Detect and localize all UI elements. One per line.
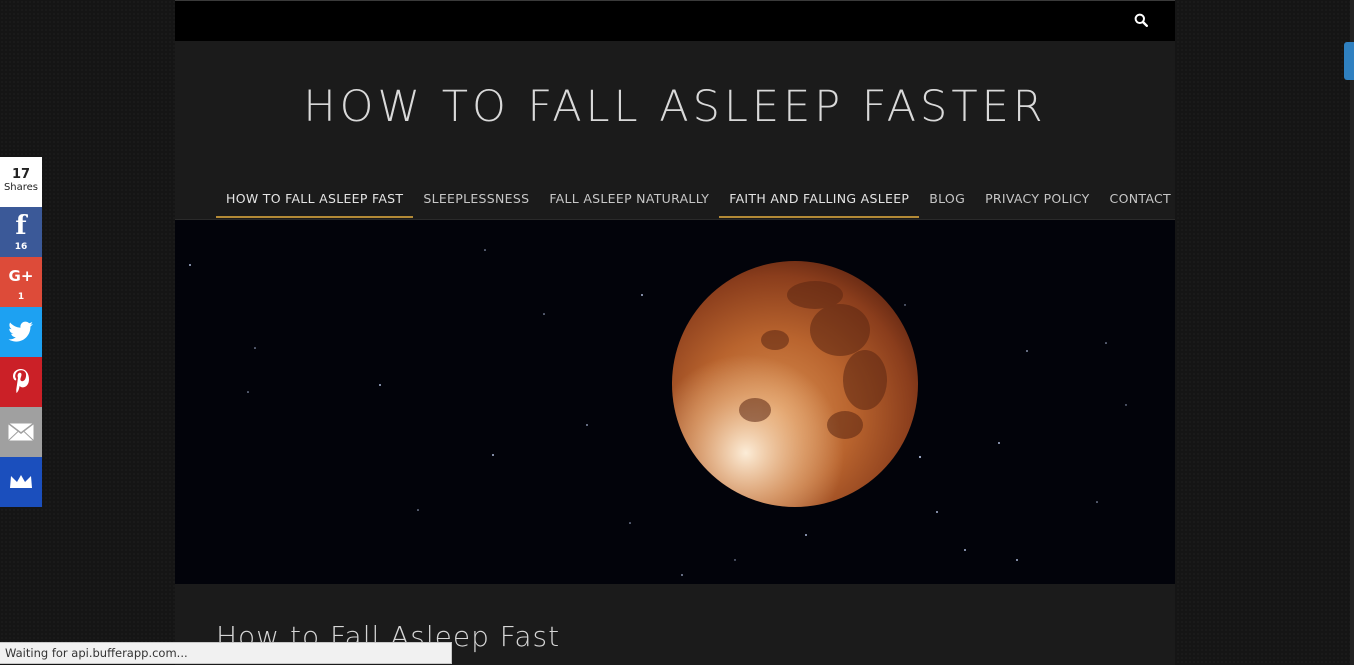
sumome-share-button[interactable]	[0, 457, 42, 507]
crown-icon	[10, 475, 32, 488]
pinterest-share-button[interactable]	[0, 357, 42, 407]
hero-image	[175, 220, 1175, 584]
nav-item-how-to-fall-asleep-fast[interactable]: HOW TO FALL ASLEEP FAST	[216, 180, 414, 218]
nav-item-sleeplessness[interactable]: SLEEPLESSNESS	[413, 180, 539, 218]
twitter-share-button[interactable]	[0, 307, 42, 357]
main-nav: HOW TO FALL ASLEEP FAST SLEEPLESSNESS FA…	[216, 180, 1175, 218]
nav-item-fall-asleep-naturally[interactable]: FALL ASLEEP NATURALLY	[539, 180, 719, 218]
browser-status-bar: Waiting for api.bufferapp.com...	[0, 642, 452, 664]
pinterest-icon	[13, 369, 29, 393]
share-total-label: Shares	[3, 182, 39, 193]
google-plus-share-button[interactable]: G+ 1	[0, 257, 42, 307]
moon-image	[175, 220, 1175, 584]
page-container: HOW TO FALL ASLEEP FASTER HOW TO FALL AS…	[175, 0, 1175, 665]
google-plus-share-count: 1	[17, 292, 25, 302]
nav-item-blog[interactable]: BLOG	[919, 180, 975, 218]
twitter-icon	[8, 321, 33, 342]
facebook-share-button[interactable]: f 16	[0, 207, 42, 257]
nav-item-faith-and-falling-asleep[interactable]: FAITH AND FALLING ASLEEP	[719, 180, 920, 218]
search-icon[interactable]	[1134, 13, 1148, 27]
google-plus-icon: G+	[8, 267, 34, 285]
facebook-share-count: 16	[14, 242, 28, 252]
scrollbar-thumb[interactable]	[1344, 42, 1354, 80]
site-title[interactable]: HOW TO FALL ASLEEP FASTER	[175, 82, 1175, 132]
top-bar	[175, 0, 1175, 41]
scrollbar-track[interactable]	[1350, 0, 1354, 665]
facebook-icon: f	[15, 211, 27, 241]
email-share-button[interactable]	[0, 407, 42, 457]
nav-item-privacy-policy[interactable]: PRIVACY POLICY	[975, 180, 1099, 218]
nav-item-contact[interactable]: CONTACT	[1100, 180, 1175, 218]
share-total-count: 17	[11, 167, 31, 182]
share-total: 17 Shares	[0, 157, 42, 207]
envelope-icon	[8, 423, 34, 441]
social-share-bar: 17 Shares f 16 G+ 1	[0, 157, 42, 507]
